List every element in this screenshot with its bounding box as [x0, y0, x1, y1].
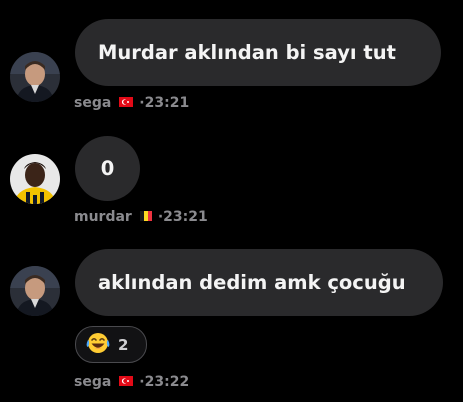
timestamp: ·23:21: [157, 209, 208, 225]
sega-avatar-image: [10, 266, 60, 316]
timestamp: ·23:21: [139, 95, 190, 111]
sega-avatar-image: [10, 52, 60, 102]
belgium-flag-icon: [139, 209, 152, 225]
murdar-avatar-image: [10, 154, 60, 204]
reaction-badge[interactable]: 2: [75, 326, 147, 363]
turkey-flag-icon: [119, 95, 134, 111]
message-bubble[interactable]: Murdar aklından bi sayı tut: [75, 19, 441, 86]
sender-name[interactable]: sega: [74, 95, 111, 111]
sender-name[interactable]: sega: [74, 374, 111, 390]
message-meta: sega ·23:21: [74, 95, 189, 111]
timestamp: ·23:22: [139, 374, 190, 390]
reaction-count: 2: [118, 335, 129, 354]
message-bubble[interactable]: 0: [75, 136, 140, 201]
sender-name[interactable]: murdar: [74, 209, 132, 225]
murdar-avatar[interactable]: [10, 154, 60, 204]
message-meta: murdar ·23:21: [74, 209, 208, 225]
message-meta: sega ·23:22: [74, 374, 189, 390]
message-text: aklından dedim amk çocuğu: [98, 270, 406, 294]
message-text: 0: [100, 156, 115, 180]
laughing-crying-emoji-icon: [85, 331, 111, 359]
sega-avatar[interactable]: [10, 52, 60, 102]
message-text: Murdar aklından bi sayı tut: [98, 40, 396, 64]
turkey-flag-icon: [119, 374, 134, 390]
message-bubble[interactable]: aklından dedim amk çocuğu: [75, 249, 443, 316]
sega-avatar[interactable]: [10, 266, 60, 316]
